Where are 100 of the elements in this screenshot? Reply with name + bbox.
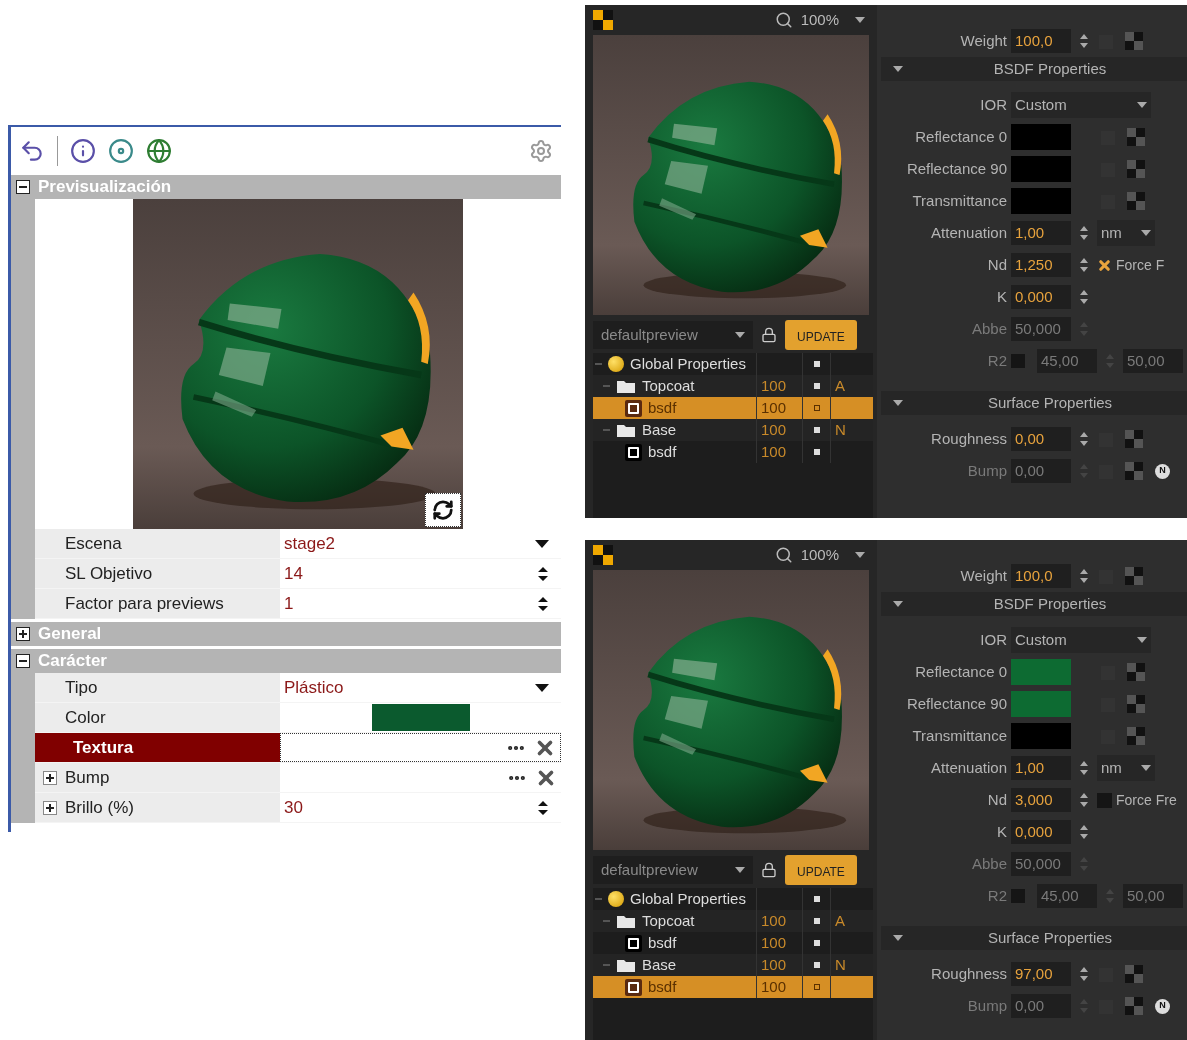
property-label: Escena [65, 532, 122, 555]
section-header[interactable]: Surface Properties [881, 926, 1187, 950]
color-swatch[interactable] [1011, 659, 1071, 685]
property-value-field[interactable]: stage2 [280, 529, 561, 558]
number-field[interactable]: 97,00 [1011, 962, 1071, 986]
property-row[interactable]: Color [35, 703, 280, 732]
dropdown-caret-icon[interactable] [535, 683, 549, 692]
checker-icon[interactable] [593, 545, 613, 565]
color-swatch[interactable] [371, 704, 470, 731]
visibility-toggle[interactable] [813, 405, 820, 411]
property-row[interactable]: Factor para previews [35, 589, 280, 618]
color-swatch[interactable] [1011, 156, 1071, 182]
layer-tag: N [831, 953, 846, 977]
unit-dropdown[interactable]: nm [1097, 755, 1155, 781]
property-value-field[interactable]: Plástico [280, 673, 561, 702]
property-value-field[interactable] [280, 733, 561, 762]
search-icon[interactable] [774, 546, 793, 564]
visibility-toggle[interactable] [813, 449, 820, 455]
visibility-toggle[interactable] [813, 427, 820, 433]
dropdown-field[interactable]: Custom [1011, 92, 1151, 118]
dropdown-field[interactable]: Custom [1011, 627, 1151, 653]
visibility-toggle[interactable] [813, 984, 820, 990]
dropdown-caret-icon [735, 867, 745, 873]
zoom-level[interactable]: 100% [800, 8, 839, 32]
property-label: Attenuation [930, 222, 1008, 243]
lock-icon[interactable] [761, 862, 777, 878]
number-field[interactable]: 1,250 [1011, 253, 1071, 277]
settings-icon[interactable] [529, 139, 553, 163]
property-value-field[interactable]: 30 [280, 793, 561, 822]
layer-tree-row[interactable]: Base 100 N [593, 419, 873, 441]
section-header[interactable]: BSDF Properties [881, 592, 1187, 616]
update-button[interactable]: UPDATE [785, 320, 857, 350]
collapse-icon[interactable] [16, 180, 30, 194]
property-row[interactable]: Escena [35, 529, 280, 558]
number-field[interactable]: 1,00 [1011, 756, 1071, 780]
globe-icon[interactable] [146, 138, 172, 164]
property-row[interactable]: Bump [35, 763, 280, 792]
color-swatch[interactable] [1011, 124, 1071, 150]
color-swatch[interactable] [1011, 723, 1071, 749]
number-field[interactable]: 0,000 [1011, 820, 1071, 844]
property-value-field[interactable]: 1 [280, 589, 561, 618]
visibility-toggle[interactable] [813, 918, 820, 924]
layer-name: Topcoat [642, 375, 695, 396]
layer-tree-row[interactable]: bsdf 100 [593, 397, 873, 419]
back-arrow-icon[interactable] [19, 138, 45, 164]
property-label: Nd [986, 254, 1008, 275]
number-field[interactable]: 1,00 [1011, 221, 1071, 245]
color-swatch[interactable] [1011, 691, 1071, 717]
search-icon[interactable] [774, 11, 793, 29]
preset-dropdown[interactable]: defaultpreview [593, 856, 753, 884]
info-icon[interactable] [70, 138, 96, 164]
expand-icon[interactable] [43, 770, 57, 785]
disc-icon[interactable] [108, 138, 134, 164]
checkbox[interactable] [1097, 792, 1112, 808]
number-field[interactable]: 0,000 [1011, 285, 1071, 309]
unit-dropdown[interactable]: nm [1097, 220, 1155, 246]
dropdown-caret-icon[interactable] [855, 552, 865, 558]
property-value-field[interactable]: 14 [280, 559, 561, 588]
layer-tree-row[interactable]: Base 100 N [593, 954, 873, 976]
visibility-toggle[interactable] [813, 383, 820, 389]
refresh-button[interactable] [425, 493, 461, 527]
number-field[interactable]: 0,00 [1011, 427, 1071, 451]
section-header[interactable]: BSDF Properties [881, 57, 1187, 81]
checkbox[interactable] [1097, 257, 1112, 273]
layer-tag: A [831, 909, 845, 933]
lock-icon[interactable] [761, 327, 777, 343]
dropdown-caret-icon [1137, 102, 1147, 108]
checkbox-label: Force F [1116, 255, 1165, 275]
property-row[interactable]: SL Objetivo [35, 559, 280, 588]
property-row[interactable]: Brillo (%) [35, 793, 280, 822]
layer-tree-row[interactable]: Topcoat 100 A [593, 375, 873, 397]
dropdown-caret-icon[interactable] [855, 17, 865, 23]
collapse-icon[interactable] [16, 654, 30, 668]
update-button[interactable]: UPDATE [785, 855, 857, 885]
section-title: Surface Properties [986, 927, 1114, 948]
visibility-toggle[interactable] [813, 361, 820, 367]
zoom-level[interactable]: 100% [800, 543, 839, 567]
number-field[interactable]: 100,0 [1011, 29, 1071, 53]
property-label: Roughness [930, 963, 1008, 984]
visibility-toggle[interactable] [813, 940, 820, 946]
checker-icon[interactable] [593, 10, 613, 30]
expand-icon[interactable] [16, 627, 30, 641]
color-swatch[interactable] [1011, 188, 1071, 214]
property-row[interactable]: Tipo [35, 673, 280, 702]
expand-icon[interactable] [43, 800, 57, 815]
dropdown-caret-icon [1141, 230, 1151, 236]
property-label: Weight [959, 30, 1008, 51]
section-header[interactable]: Surface Properties [881, 391, 1187, 415]
property-label: Reflectance 0 [914, 126, 1008, 147]
number-field[interactable]: 100,0 [1011, 564, 1071, 588]
property-row[interactable]: Textura [35, 733, 280, 762]
preset-dropdown[interactable]: defaultpreview [593, 321, 753, 349]
layer-name: Topcoat [642, 910, 695, 931]
property-value: 14 [284, 562, 304, 585]
layer-tree-row[interactable]: Topcoat 100 A [593, 910, 873, 932]
visibility-toggle[interactable] [813, 896, 820, 902]
layer-tree-row[interactable]: bsdf 100 [593, 976, 873, 998]
dropdown-caret-icon[interactable] [535, 539, 549, 548]
visibility-toggle[interactable] [813, 962, 820, 968]
number-field[interactable]: 3,000 [1011, 788, 1071, 812]
